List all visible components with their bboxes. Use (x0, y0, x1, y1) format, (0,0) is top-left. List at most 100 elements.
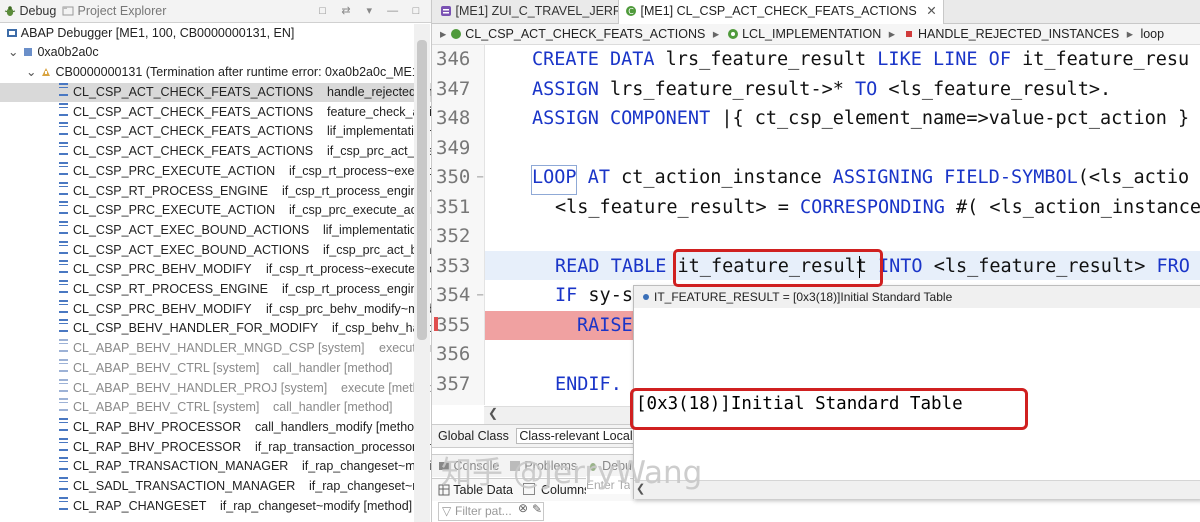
stack-frame-icon (59, 280, 68, 293)
class-tabs: Global Class Class-relevant Local Ty (432, 424, 653, 448)
filter-icon[interactable]: ⇄ (339, 4, 353, 18)
stack-frame-class: CL_RAP_BHV_PROCESSOR (73, 439, 242, 454)
code-text: #( <ls_action_instance (944, 196, 1200, 218)
stack-frame-row[interactable]: CL_ABAP_BEHV_HANDLER_MNGD_CSP [system] ex… (0, 339, 431, 358)
class-icon: C (625, 2, 637, 16)
editor-tab-cl-csp-act-check-feats-actions[interactable]: C [ME1] CL_CSP_ACT_CHECK_FEATS_ACTIONS ✕ (618, 0, 944, 24)
debug-view-toolbar: □ ⇄ ▾ — □ (310, 3, 423, 19)
stack-frame-icon (59, 417, 68, 431)
keyword: READ TABLE (555, 255, 667, 277)
edit-icon[interactable]: ✎ (532, 502, 542, 516)
process-icon (22, 45, 34, 57)
code-line-346: CREATE DATA lrs_feature_result LIKE LINE… (532, 45, 1189, 75)
line-number: 346 (436, 48, 471, 70)
stack-frame-row[interactable]: CL_CSP_ACT_CHECK_FEATS_ACTIONS lif_implem… (0, 122, 431, 141)
stack-frame-method: if_rap_changeset~mo (309, 479, 430, 493)
popup-scrollbar[interactable]: ❮ (634, 480, 1200, 499)
fold-icon[interactable]: − (476, 290, 484, 301)
stack-frame-row[interactable]: CL_CSP_PRC_EXECUTE_ACTION if_csp_rt_proce… (0, 161, 431, 181)
breadcrumb-item[interactable]: loop (1140, 27, 1164, 41)
code-text: |{ ct_csp_element_name=>value-pct_action… (710, 108, 1190, 129)
stack-frame-class: CL_CSP_RT_PROCESS_ENGINE (73, 183, 268, 198)
stack-frame-method: if_rap_changeset~modify [method] (220, 498, 413, 513)
stack-frame-row[interactable]: CL_CSP_PRC_EXECUTE_ACTION if_csp_prc_exec… (0, 201, 431, 220)
stack-frame-icon (59, 299, 68, 313)
tab-global-class[interactable]: Global Class (438, 429, 509, 443)
stack-frame-row[interactable]: CL_CSP_ACT_EXEC_BOUND_ACTIONS if_csp_prc_… (0, 240, 431, 260)
stack-frame-class: CL_ABAP_BEHV_HANDLER_MNGD_CSP [system] (73, 341, 365, 356)
scrollbar-thumb[interactable] (417, 40, 427, 340)
tree-session[interactable]: ⌄ 0xa0b2a0c (0, 43, 431, 62)
tree-root[interactable]: ABAP Debugger [ME1, 100, CB0000000131, E… (0, 24, 431, 43)
line-number: 357 (436, 372, 471, 395)
stack-frame-icon (59, 457, 68, 471)
code-line-351: <ls_feature_result> = CORRESPONDING #( <… (555, 193, 1200, 223)
maximize-icon[interactable]: □ (409, 4, 423, 18)
variable-icon (643, 294, 649, 300)
stack-frame-row[interactable]: CL_CSP_ACT_CHECK_FEATS_ACTIONS if_csp_prc… (0, 142, 431, 161)
clear-icon[interactable]: ⊗ (518, 501, 528, 515)
menu-icon[interactable]: ▾ (362, 4, 376, 18)
collapse-icon[interactable]: □ (316, 4, 330, 18)
code-text: <ls_feature_result> (922, 255, 1157, 277)
line-number: 353 (436, 254, 471, 277)
scroll-left-icon[interactable]: ❮ (488, 406, 498, 420)
editor-area: [ME1] ZUI_C_TRAVEL_JERRY C [ME1] CL_CSP_… (432, 0, 1200, 522)
filter-pattern-input[interactable]: ▽ Filter pat... (438, 502, 544, 521)
code-text: lrs_feature_result (654, 49, 878, 70)
line-number: 355 (436, 313, 471, 336)
editor-tab-label: [ME1] ZUI_C_TRAVEL_JERRY (455, 4, 631, 18)
editor-tab-zui-c-travel-jerry[interactable]: [ME1] ZUI_C_TRAVEL_JERRY (434, 0, 636, 23)
stack-frame-row[interactable]: CL_CSP_ACT_CHECK_FEATS_ACTIONS feature_ch… (0, 102, 431, 122)
tree-thread[interactable]: ⌄ CB0000000131 (Termination after runtim… (0, 63, 431, 82)
filter-icon: ▽ (442, 504, 452, 518)
tab-class-relevant-local-types[interactable]: Class-relevant Local Ty (516, 428, 653, 444)
stack-frame-row[interactable]: CL_ABAP_BEHV_CTRL [system] call_handler [… (0, 358, 431, 378)
stack-frame-row[interactable]: CL_CSP_ACT_CHECK_FEATS_ACTIONS handle_rej… (0, 83, 431, 102)
stack-frame-icon (59, 358, 68, 372)
variable-hover-popup[interactable]: IT_FEATURE_RESULT = [0x3(18)]Initial Sta… (586, 285, 1200, 499)
stack-frame-icon (59, 83, 68, 96)
code-text: <ls_feature_result> = (555, 196, 801, 218)
stack-frame-row[interactable]: CL_CSP_PRC_BEHV_MODIFY if_csp_prc_behv_mo… (0, 299, 431, 319)
breadcrumb-item[interactable]: HANDLE_REJECTED_INSTANCES (918, 27, 1119, 41)
stack-frame-row[interactable]: CL_RAP_TRANSACTION_MANAGER if_rap_changes… (0, 457, 431, 476)
editor-tab-label: [ME1] CL_CSP_ACT_CHECK_FEATS_ACTIONS (640, 4, 917, 18)
keyword: ASSIGN COMPONENT (532, 108, 711, 129)
error-marker-icon (434, 317, 438, 331)
fold-icon[interactable]: − (476, 172, 484, 183)
stack-frame-class: CL_CSP_PRC_EXECUTE_ACTION (73, 203, 276, 218)
stack-frame-row[interactable]: CL_RAP_BHV_PROCESSOR call_handlers_modify… (0, 417, 431, 437)
line-number: 352 (436, 225, 471, 247)
thread-suspended-icon (40, 65, 52, 77)
tab-project-explorer[interactable]: Project Explorer (62, 3, 166, 20)
stack-frame-row[interactable]: CL_CSP_PRC_BEHV_MODIFY if_csp_rt_process~… (0, 260, 431, 279)
chevron-down-icon[interactable]: ⌄ (26, 65, 36, 79)
tree-thread-label: CB0000000131 (Termination after runtime … (55, 65, 419, 79)
svg-text:C: C (628, 7, 634, 16)
breadcrumb-item[interactable]: LCL_IMPLEMENTATION (742, 27, 881, 41)
stack-frame-row[interactable]: CL_RAP_CHANGESET if_rap_changeset~modify … (0, 496, 431, 516)
stack-frame-icon (59, 122, 68, 136)
stack-frame-row[interactable]: CL_CSP_ACT_EXEC_BOUND_ACTIONS lif_impleme… (0, 220, 431, 240)
code-line-347: ASSIGN lrs_feature_result->* TO <ls_feat… (532, 75, 1111, 105)
tab-debug[interactable]: Debug (4, 3, 56, 20)
stack-frame-method: if_csp_rt_process~execute_a (289, 163, 431, 178)
breadcrumb-item[interactable]: CL_CSP_ACT_CHECK_FEATS_ACTIONS (465, 27, 705, 41)
close-icon[interactable]: ✕ (926, 4, 936, 18)
code-text: it_feature_resu (1010, 49, 1190, 70)
stack-frame-row[interactable]: CL_CSP_RT_PROCESS_ENGINE if_csp_rt_proces… (0, 181, 431, 201)
stack-frame-row[interactable]: CL_RAP_BHV_PROCESSOR if_rap_transaction_p… (0, 437, 431, 457)
stack-frame-row[interactable]: CL_CSP_RT_PROCESS_ENGINE if_csp_rt_proces… (0, 280, 431, 299)
keyword: RAISE (577, 314, 633, 336)
stack-frame-row[interactable]: CL_ABAP_BEHV_CTRL [system] call_handler [… (0, 398, 431, 417)
stack-frame-row[interactable]: CL_SADL_TRANSACTION_MANAGER if_rap_change… (0, 477, 431, 496)
horizontal-scrollbar[interactable] (484, 406, 634, 424)
chevron-down-icon[interactable]: ⌄ (8, 45, 18, 59)
private-method-icon (903, 26, 915, 38)
stack-frame-row[interactable]: CL_ABAP_BEHV_HANDLER_PROJ [system] execut… (0, 378, 431, 398)
bug-icon (4, 5, 16, 17)
minimize-icon[interactable]: — (386, 4, 400, 18)
stack-frame-method: if_csp_rt_process_engine~run (282, 183, 431, 198)
stack-frame-row[interactable]: CL_CSP_BEHV_HANDLER_FOR_MODIFY if_csp_beh… (0, 319, 431, 338)
